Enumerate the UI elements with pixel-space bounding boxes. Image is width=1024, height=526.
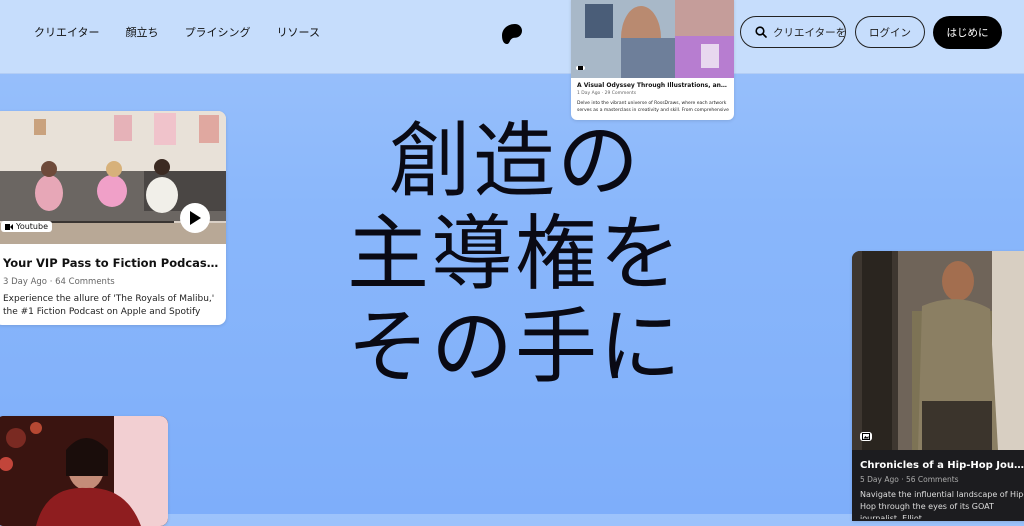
- source-label: Youtube: [16, 222, 48, 231]
- nav-item-pricing[interactable]: プライシング: [185, 26, 251, 40]
- search-label: クリエイターを...: [773, 26, 846, 39]
- play-icon: [190, 211, 201, 225]
- hero-line-1: 創造の: [388, 114, 641, 209]
- post-title[interactable]: Your VIP Pass to Fiction Podcast Royalty: [3, 256, 221, 270]
- video-icon: [5, 223, 13, 230]
- main-nav: クリエイター 顔立ち プライシング リソース: [34, 26, 346, 40]
- post-title[interactable]: Chronicles of a Hip-Hop Journalis...: [860, 460, 1024, 471]
- post-description: Delve into the vibrant universe of RossD…: [577, 101, 729, 113]
- play-button[interactable]: [180, 203, 210, 233]
- post-meta: 3 Day Ago · 64 Comments: [3, 277, 115, 287]
- hero-line-3: その手に: [346, 300, 683, 395]
- post-card-portrait[interactable]: [0, 416, 168, 526]
- post-thumbnail: [0, 416, 168, 526]
- post-card-hiphop[interactable]: Chronicles of a Hip-Hop Journalis... 5 D…: [852, 251, 1024, 521]
- hero-heading: 創造の 主導権を その手に: [330, 115, 700, 394]
- search-button[interactable]: クリエイターを...: [740, 16, 846, 48]
- post-meta: 5 Day Ago · 56 Comments: [860, 475, 959, 484]
- nav-item-features[interactable]: 顔立ち: [126, 26, 159, 40]
- source-badge: Youtube: [1, 221, 52, 232]
- post-description: Experience the allure of 'The Royals of …: [3, 294, 215, 317]
- patreon-logo[interactable]: [501, 22, 523, 44]
- hero-line-2: 主導権を: [346, 207, 683, 302]
- media-badge: [860, 432, 872, 441]
- post-description: Navigate the influential landscape of Hi…: [860, 490, 1024, 519]
- site-header: クリエイター 顔立ち プライシング リソース クリエイターを... ログイン は…: [0, 0, 1024, 74]
- post-title[interactable]: A Visual Odyssey Through Illustrations, …: [577, 82, 727, 89]
- image-icon: [578, 66, 583, 70]
- get-started-button[interactable]: はじめに: [933, 16, 1002, 49]
- post-card-illustration[interactable]: A Visual Odyssey Through Illustrations, …: [571, 0, 734, 120]
- nav-item-creators[interactable]: クリエイター: [34, 26, 100, 40]
- image-icon: [862, 433, 870, 440]
- nav-item-resources[interactable]: リソース: [277, 26, 320, 40]
- search-icon: [755, 26, 767, 38]
- post-thumbnail: [852, 251, 1024, 450]
- post-meta: 1 Day Ago · 29 Comments: [577, 91, 637, 96]
- media-badge: [576, 66, 585, 70]
- post-thumbnail: [571, 0, 734, 78]
- post-card-podcast[interactable]: Youtube Your VIP Pass to Fiction Podcast…: [0, 111, 226, 325]
- login-button[interactable]: ログイン: [855, 16, 925, 48]
